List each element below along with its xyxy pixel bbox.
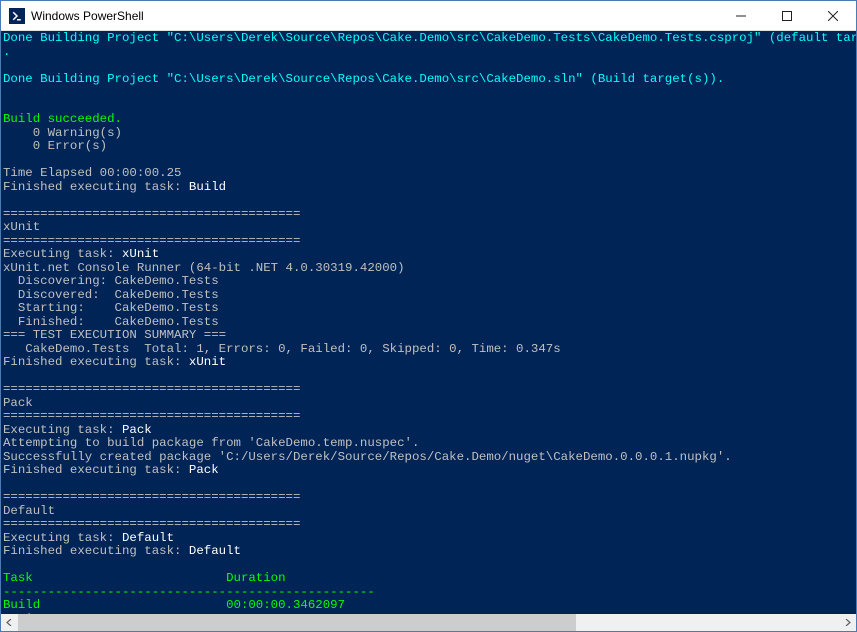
chevron-left-icon <box>6 619 13 626</box>
chevron-right-icon <box>844 619 851 626</box>
window-titlebar: Windows PowerShell <box>1 1 856 31</box>
output-line: Default <box>122 531 174 545</box>
close-button[interactable] <box>810 1 856 30</box>
minimize-button[interactable] <box>718 1 764 30</box>
output-line: Build succeeded. <box>3 112 122 126</box>
maximize-button[interactable] <box>764 1 810 30</box>
output-line: Executing task: <box>3 423 122 437</box>
section-header: xUnit <box>3 220 40 234</box>
output-line: . <box>3 45 10 59</box>
section-header: Pack <box>3 396 33 410</box>
output-line: Finished executing task: <box>3 180 189 194</box>
output-line: Executing task: <box>3 247 122 261</box>
separator-line: ======================================== <box>3 490 300 504</box>
summary-row: Build 00:00:00.3462097 <box>3 598 345 612</box>
window-title: Windows PowerShell <box>31 9 718 23</box>
terminal-area[interactable]: Done Building Project "C:\Users\Derek\So… <box>1 31 856 614</box>
separator-line: ======================================== <box>3 409 300 423</box>
output-line: Default <box>189 544 241 558</box>
close-icon <box>828 11 838 21</box>
scrollbar-track[interactable] <box>18 614 839 631</box>
summary-header: Task Duration <box>3 571 286 585</box>
output-line: Pack <box>122 423 152 437</box>
output-line: Finished executing task: <box>3 463 189 477</box>
output-line: Done Building Project "C:\Users\Derek\So… <box>3 31 856 45</box>
scrollbar-thumb[interactable] <box>18 614 576 631</box>
output-line: Discovered: CakeDemo.Tests <box>3 288 219 302</box>
output-line: Discovering: CakeDemo.Tests <box>3 274 219 288</box>
output-line: CakeDemo.Tests Total: 1, Errors: 0, Fail… <box>3 342 561 356</box>
output-line: Successfully created package 'C:/Users/D… <box>3 450 732 464</box>
output-line: Attempting to build package from 'CakeDe… <box>3 436 419 450</box>
section-header: Default <box>3 504 55 518</box>
output-line: Finished: CakeDemo.Tests <box>3 315 219 329</box>
output-line: 0 Warning(s) <box>3 126 122 140</box>
separator-line: ======================================== <box>3 517 300 531</box>
output-line: Pack <box>189 463 219 477</box>
maximize-icon <box>782 11 792 21</box>
output-line: xUnit <box>122 247 159 261</box>
summary-divider: ----------------------------------------… <box>3 585 375 599</box>
minimize-icon <box>736 11 746 21</box>
horizontal-scrollbar[interactable] <box>1 614 856 631</box>
output-line: Starting: CakeDemo.Tests <box>3 301 219 315</box>
separator-line: ======================================== <box>3 207 300 221</box>
window-controls <box>718 1 856 30</box>
terminal-output: Done Building Project "C:\Users\Derek\So… <box>1 31 856 614</box>
output-line: Build <box>189 180 226 194</box>
separator-line: ======================================== <box>3 382 300 396</box>
powershell-icon <box>9 8 25 24</box>
output-line: Finished executing task: <box>3 355 189 369</box>
output-line: Done Building Project "C:\Users\Derek\So… <box>3 72 724 86</box>
output-line: Finished executing task: <box>3 544 189 558</box>
scroll-right-button[interactable] <box>839 614 856 631</box>
separator-line: ======================================== <box>3 234 300 248</box>
output-line: xUnit.net Console Runner (64-bit .NET 4.… <box>3 261 405 275</box>
scroll-left-button[interactable] <box>1 614 18 631</box>
output-line: 0 Error(s) <box>3 139 107 153</box>
output-line: Executing task: <box>3 531 122 545</box>
output-line: xUnit <box>189 355 226 369</box>
output-line: Time Elapsed 00:00:00.25 <box>3 166 181 180</box>
output-line: === TEST EXECUTION SUMMARY === <box>3 328 226 342</box>
